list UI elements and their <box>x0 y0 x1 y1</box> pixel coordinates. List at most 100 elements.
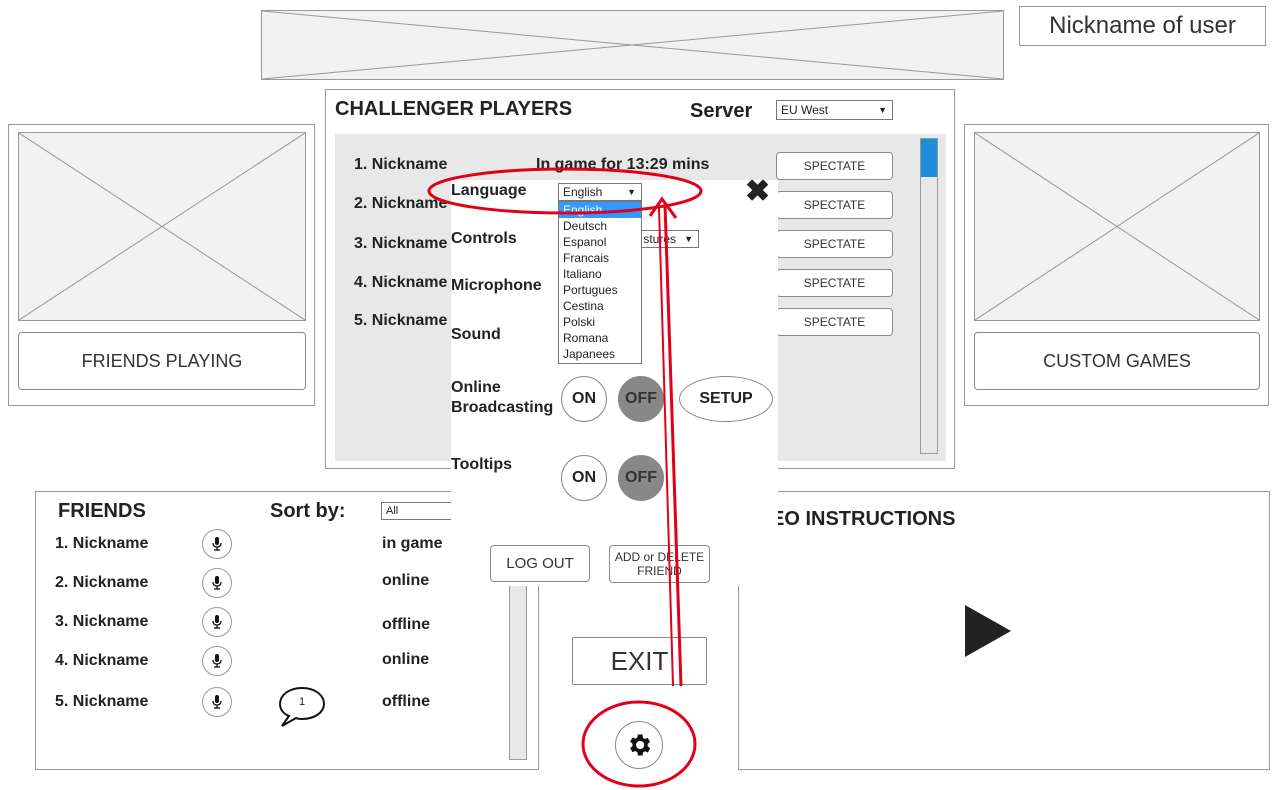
friends-playing-button[interactable]: FRIENDS PLAYING <box>18 332 306 390</box>
language-option[interactable]: Japanees <box>559 346 641 362</box>
add-delete-friend-button[interactable]: ADD or DELETE FRIEND <box>609 545 710 583</box>
server-select[interactable]: EU West ▼ <box>776 100 893 120</box>
custom-games-panel: CUSTOM GAMES <box>964 124 1269 406</box>
custom-games-button[interactable]: CUSTOM GAMES <box>974 332 1260 390</box>
language-option[interactable]: Espanol <box>559 234 641 250</box>
custom-games-image <box>974 132 1260 321</box>
add-delete-label-line2: FRIEND <box>637 564 682 578</box>
play-icon[interactable] <box>965 605 1011 657</box>
off-label: OFF <box>625 469 657 486</box>
friends-scrollbar[interactable] <box>509 584 527 760</box>
chevron-down-icon: ▼ <box>684 234 693 244</box>
spectate-label: SPECTATE <box>803 159 866 173</box>
banner-image <box>261 10 1004 80</box>
language-select[interactable]: English ▼ <box>558 183 642 201</box>
language-dropdown-list[interactable]: English Deutsch Espanol Francais Italiano Por… <box>558 201 642 364</box>
language-option[interactable]: Polski <box>559 314 641 330</box>
server-label: Server <box>690 100 753 122</box>
sort-select[interactable]: All <box>381 502 461 520</box>
challenger-title: CHALLENGER PLAYERS <box>335 98 573 120</box>
challenger-status: In game for 13:29 mins <box>536 156 710 173</box>
server-value: EU West <box>781 103 829 117</box>
controls-value: stures <box>643 232 676 246</box>
message-count: 1 <box>299 696 306 708</box>
spectate-label: SPECTATE <box>803 237 866 251</box>
language-option[interactable]: Portugues <box>559 282 641 298</box>
microphone-icon[interactable] <box>202 687 232 717</box>
user-nickname: Nickname of user <box>1049 12 1236 39</box>
close-icon[interactable]: ✖ <box>745 177 770 207</box>
setup-button[interactable]: SETUP <box>679 376 773 422</box>
tooltips-label: Tooltips <box>451 456 513 473</box>
spectate-label: SPECTATE <box>803 315 866 329</box>
language-option[interactable]: Romana <box>559 330 641 346</box>
spectate-button[interactable]: SPECTATE <box>776 308 893 336</box>
broadcast-label: Online Broadcasting <box>451 378 553 418</box>
spectate-button[interactable]: SPECTATE <box>776 269 893 297</box>
spectate-button[interactable]: SPECTATE <box>776 152 893 180</box>
friends-playing-label: FRIENDS PLAYING <box>81 350 243 371</box>
spectate-button[interactable]: SPECTATE <box>776 230 893 258</box>
chevron-down-icon: ▼ <box>627 187 636 197</box>
language-label: Language <box>451 182 527 199</box>
language-option[interactable]: Francais <box>559 250 641 266</box>
sort-label: Sort by: <box>270 500 346 522</box>
friends-playing-panel: FRIENDS PLAYING <box>8 124 315 406</box>
sort-value: All <box>386 505 399 517</box>
exit-label: EXIT <box>610 645 669 676</box>
chat-bubble-icon[interactable]: 1 <box>277 685 327 729</box>
language-option[interactable]: Cestina <box>559 298 641 314</box>
chevron-down-icon: ▼ <box>878 105 887 115</box>
setup-label: SETUP <box>699 390 753 407</box>
language-option[interactable]: Deutsch <box>559 218 641 234</box>
logout-button[interactable]: LOG OUT <box>490 545 590 582</box>
add-delete-label-line1: ADD or DELETE <box>614 550 705 564</box>
on-label: ON <box>572 469 596 486</box>
on-label: ON <box>572 390 596 407</box>
friend-name: 1. Nickname <box>55 535 149 552</box>
video-title: EO INSTRUCTIONS <box>771 508 956 530</box>
friends-playing-image <box>18 132 306 321</box>
friend-name: 3. Nickname <box>55 613 149 630</box>
friend-status: online <box>382 651 430 668</box>
friends-title: FRIENDS <box>58 500 146 522</box>
microphone-icon[interactable] <box>202 607 232 637</box>
language-option[interactable]: Italiano <box>559 266 641 282</box>
controls-label: Controls <box>451 230 517 247</box>
challenger-player-name: 5. Nickname <box>354 312 448 329</box>
tooltips-on-toggle[interactable]: ON <box>561 455 607 501</box>
friend-status: offline <box>382 693 430 710</box>
off-label: OFF <box>625 390 657 407</box>
challenger-player-name: 2. Nickname <box>354 195 448 212</box>
gear-icon <box>630 734 651 756</box>
spectate-label: SPECTATE <box>803 198 866 212</box>
language-value: English <box>563 185 603 199</box>
scrollbar-thumb[interactable] <box>921 139 937 177</box>
challenger-player-name: 1. Nickname <box>354 156 448 173</box>
friend-status: online <box>382 572 430 589</box>
friend-name: 2. Nickname <box>55 574 149 591</box>
user-nickname-box[interactable]: Nickname of user <box>1019 6 1266 46</box>
tooltips-off-toggle[interactable]: OFF <box>618 455 664 501</box>
challenger-player-name: 3. Nickname <box>354 235 448 252</box>
spectate-label: SPECTATE <box>803 276 866 290</box>
spectate-button[interactable]: SPECTATE <box>776 191 893 219</box>
friend-name: 5. Nickname <box>55 693 149 710</box>
broadcast-label-line1: Online <box>451 379 501 396</box>
logout-label: LOG OUT <box>506 555 574 572</box>
friend-status: offline <box>382 616 430 633</box>
challenger-player-name: 4. Nickname <box>354 274 448 291</box>
exit-button[interactable]: EXIT <box>572 637 707 685</box>
broadcast-off-toggle[interactable]: OFF <box>618 376 664 422</box>
microphone-icon[interactable] <box>202 568 232 598</box>
broadcast-on-toggle[interactable]: ON <box>561 376 607 422</box>
challenger-scrollbar[interactable] <box>920 138 938 454</box>
settings-button[interactable] <box>615 721 663 769</box>
friend-status: in game <box>382 535 443 552</box>
language-option[interactable]: English <box>559 202 641 218</box>
friend-name: 4. Nickname <box>55 652 149 669</box>
microphone-icon[interactable] <box>202 646 232 676</box>
broadcast-label-line2: Broadcasting <box>451 399 554 416</box>
microphone-icon[interactable] <box>202 529 232 559</box>
video-panel: EO INSTRUCTIONS <box>738 491 1270 770</box>
